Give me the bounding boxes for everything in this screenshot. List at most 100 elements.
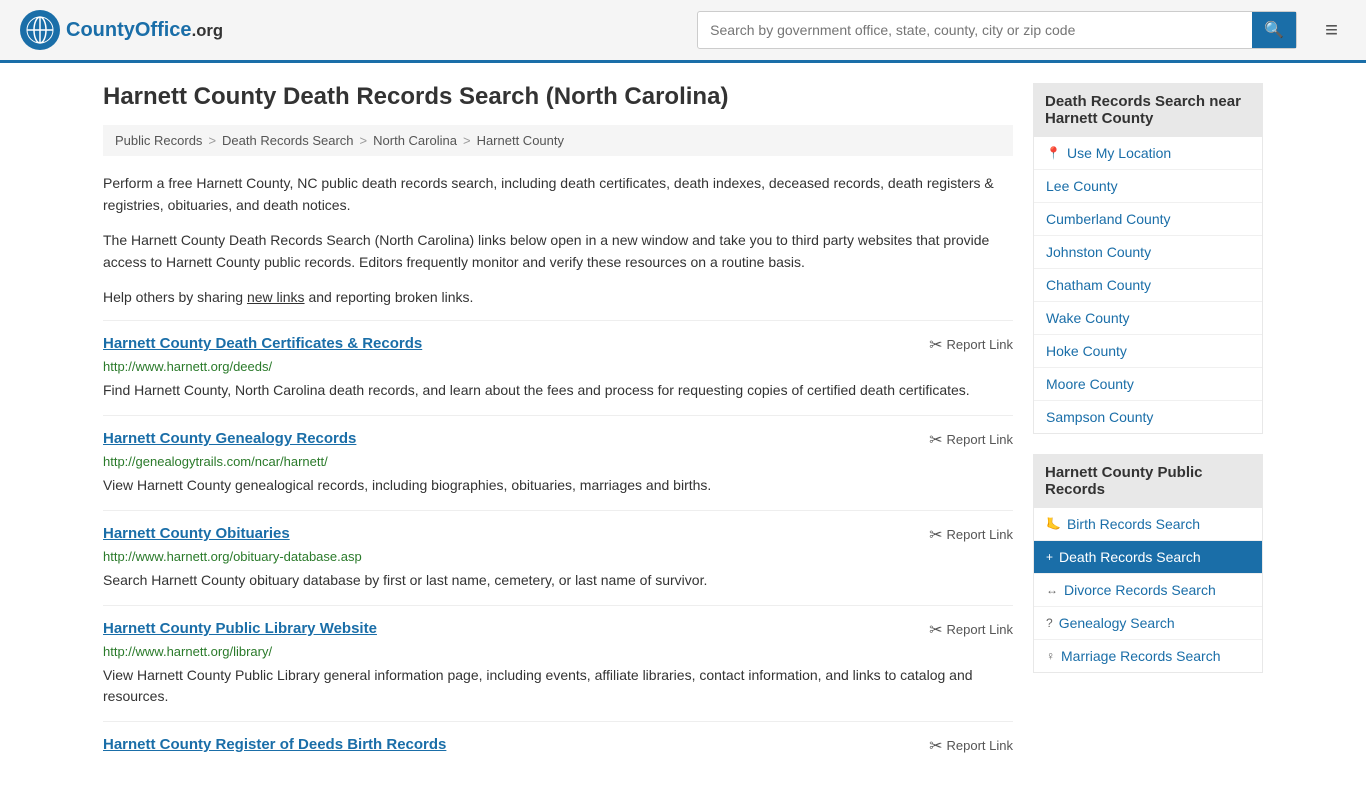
sidebar-nearby-link[interactable]: Lee County [1034, 170, 1262, 202]
breadcrumb-death-records-search[interactable]: Death Records Search [222, 133, 354, 148]
menu-button[interactable]: ≡ [1317, 13, 1346, 47]
link-card-header: Harnett County Public Library Website ✂ … [103, 620, 1013, 640]
record-type-icon: + [1046, 550, 1053, 564]
content-area: Harnett County Death Records Search (Nor… [103, 83, 1013, 774]
sidebar-public-records-label: Birth Records Search [1067, 516, 1200, 532]
sidebar-nearby-item: Lee County [1034, 170, 1262, 203]
sidebar-public-records-item: + Death Records Search [1034, 541, 1262, 574]
record-type-icon: ? [1046, 616, 1053, 630]
search-bar: 🔍 [697, 11, 1297, 49]
report-link-label: Report Link [947, 622, 1013, 637]
description-para1: Perform a free Harnett County, NC public… [103, 172, 1013, 217]
report-link-label: Report Link [947, 432, 1013, 447]
page-title: Harnett County Death Records Search (Nor… [103, 83, 1013, 111]
link-desc: Search Harnett County obituary database … [103, 570, 1013, 591]
sidebar-nearby-link[interactable]: Moore County [1034, 368, 1262, 400]
sidebar-nearby-list: 📍 Use My Location Lee County Cumberland … [1033, 137, 1263, 434]
search-button[interactable]: 🔍 [1252, 12, 1296, 48]
sidebar-nearby-link[interactable]: Sampson County [1034, 401, 1262, 433]
report-link-button[interactable]: ✂ Report Link [929, 620, 1013, 640]
link-card-title[interactable]: Harnett County Death Certificates & Reco… [103, 335, 422, 352]
link-url[interactable]: http://www.harnett.org/obituary-database… [103, 549, 1013, 564]
breadcrumb-public-records[interactable]: Public Records [115, 133, 202, 148]
report-icon: ✂ [929, 736, 942, 756]
sidebar-public-records-title: Harnett County Public Records [1033, 454, 1263, 508]
sidebar-public-records-label: Divorce Records Search [1064, 582, 1216, 598]
sidebar-nearby-link[interactable]: Wake County [1034, 302, 1262, 334]
sidebar-public-records-link[interactable]: ↔ Divorce Records Search [1034, 574, 1262, 606]
sidebar-nearby-item: Sampson County [1034, 401, 1262, 433]
main-container: Harnett County Death Records Search (Nor… [83, 63, 1283, 794]
link-url[interactable]: http://genealogytrails.com/ncar/harnett/ [103, 454, 1013, 469]
sidebar-nearby-link[interactable]: Hoke County [1034, 335, 1262, 367]
link-card: Harnett County Register of Deeds Birth R… [103, 721, 1013, 774]
report-link-button[interactable]: ✂ Report Link [929, 736, 1013, 756]
description: Perform a free Harnett County, NC public… [103, 172, 1013, 308]
link-card-header: Harnett County Obituaries ✂ Report Link [103, 525, 1013, 545]
link-cards: Harnett County Death Certificates & Reco… [103, 320, 1013, 774]
sidebar-nearby-item: 📍 Use My Location [1034, 137, 1262, 170]
link-url[interactable]: http://www.harnett.org/deeds/ [103, 359, 1013, 374]
report-link-button[interactable]: ✂ Report Link [929, 335, 1013, 355]
sidebar-public-records-item: ↔ Divorce Records Search [1034, 574, 1262, 607]
sidebar-public-records-label: Death Records Search [1059, 549, 1201, 565]
new-links-link[interactable]: new links [247, 289, 305, 305]
sidebar-public-records-item: ♀ Marriage Records Search [1034, 640, 1262, 672]
link-card-header: Harnett County Genealogy Records ✂ Repor… [103, 430, 1013, 450]
breadcrumb-north-carolina[interactable]: North Carolina [373, 133, 457, 148]
report-link-button[interactable]: ✂ Report Link [929, 430, 1013, 450]
link-card-title[interactable]: Harnett County Obituaries [103, 525, 290, 542]
report-link-label: Report Link [947, 738, 1013, 753]
logo[interactable]: CountyOffice.org [20, 10, 223, 50]
sidebar-public-records-label: Marriage Records Search [1061, 648, 1221, 664]
sidebar-nearby-link[interactable]: 📍 Use My Location [1034, 137, 1262, 169]
description-para2: The Harnett County Death Records Search … [103, 229, 1013, 274]
link-desc: View Harnett County genealogical records… [103, 475, 1013, 496]
sidebar-nearby-link[interactable]: Cumberland County [1034, 203, 1262, 235]
sidebar-nearby-label: Johnston County [1046, 244, 1151, 260]
record-type-icon: ↔ [1046, 583, 1058, 597]
sidebar-nearby-label: Cumberland County [1046, 211, 1171, 227]
link-card-header: Harnett County Register of Deeds Birth R… [103, 736, 1013, 756]
sidebar-nearby-label: Hoke County [1046, 343, 1127, 359]
sidebar-public-records-list: 🦶 Birth Records Search + Death Records S… [1033, 508, 1263, 673]
sidebar-nearby-label: Use My Location [1067, 145, 1171, 161]
sidebar-nearby-link[interactable]: Chatham County [1034, 269, 1262, 301]
sidebar-nearby-item: Johnston County [1034, 236, 1262, 269]
link-desc: Find Harnett County, North Carolina deat… [103, 380, 1013, 401]
report-link-button[interactable]: ✂ Report Link [929, 525, 1013, 545]
sidebar-public-records-link[interactable]: ♀ Marriage Records Search [1034, 640, 1262, 672]
report-link-label: Report Link [947, 337, 1013, 352]
record-type-icon: ♀ [1046, 649, 1055, 663]
logo-icon [20, 10, 60, 50]
link-card: Harnett County Obituaries ✂ Report Link … [103, 510, 1013, 605]
sidebar-nearby-item: Wake County [1034, 302, 1262, 335]
breadcrumb-harnett-county[interactable]: Harnett County [477, 133, 564, 148]
sidebar-public-records-link[interactable]: 🦶 Birth Records Search [1034, 508, 1262, 540]
report-icon: ✂ [929, 525, 942, 545]
sidebar-nearby-title: Death Records Search near Harnett County [1033, 83, 1263, 137]
report-icon: ✂ [929, 430, 942, 450]
breadcrumb: Public Records > Death Records Search > … [103, 125, 1013, 156]
sidebar-nearby-item: Moore County [1034, 368, 1262, 401]
search-input[interactable] [698, 14, 1252, 46]
site-header: CountyOffice.org 🔍 ≡ [0, 0, 1366, 63]
report-link-label: Report Link [947, 527, 1013, 542]
sidebar-nearby-label: Chatham County [1046, 277, 1151, 293]
sidebar-public-records-link[interactable]: + Death Records Search [1034, 541, 1262, 573]
link-card: Harnett County Death Certificates & Reco… [103, 320, 1013, 415]
sidebar-nearby-link[interactable]: Johnston County [1034, 236, 1262, 268]
record-type-icon: 🦶 [1046, 517, 1061, 531]
link-card: Harnett County Genealogy Records ✂ Repor… [103, 415, 1013, 510]
description-para3: Help others by sharing new links and rep… [103, 286, 1013, 308]
sidebar-public-records-link[interactable]: ? Genealogy Search [1034, 607, 1262, 639]
sidebar-public-records-label: Genealogy Search [1059, 615, 1175, 631]
logo-text: CountyOffice.org [66, 19, 223, 42]
link-card-title[interactable]: Harnett County Register of Deeds Birth R… [103, 736, 446, 753]
link-card-title[interactable]: Harnett County Public Library Website [103, 620, 377, 637]
sidebar-public-records-item: ? Genealogy Search [1034, 607, 1262, 640]
link-url[interactable]: http://www.harnett.org/library/ [103, 644, 1013, 659]
location-icon: 📍 [1046, 146, 1061, 160]
link-card-title[interactable]: Harnett County Genealogy Records [103, 430, 356, 447]
sidebar-nearby-label: Sampson County [1046, 409, 1153, 425]
